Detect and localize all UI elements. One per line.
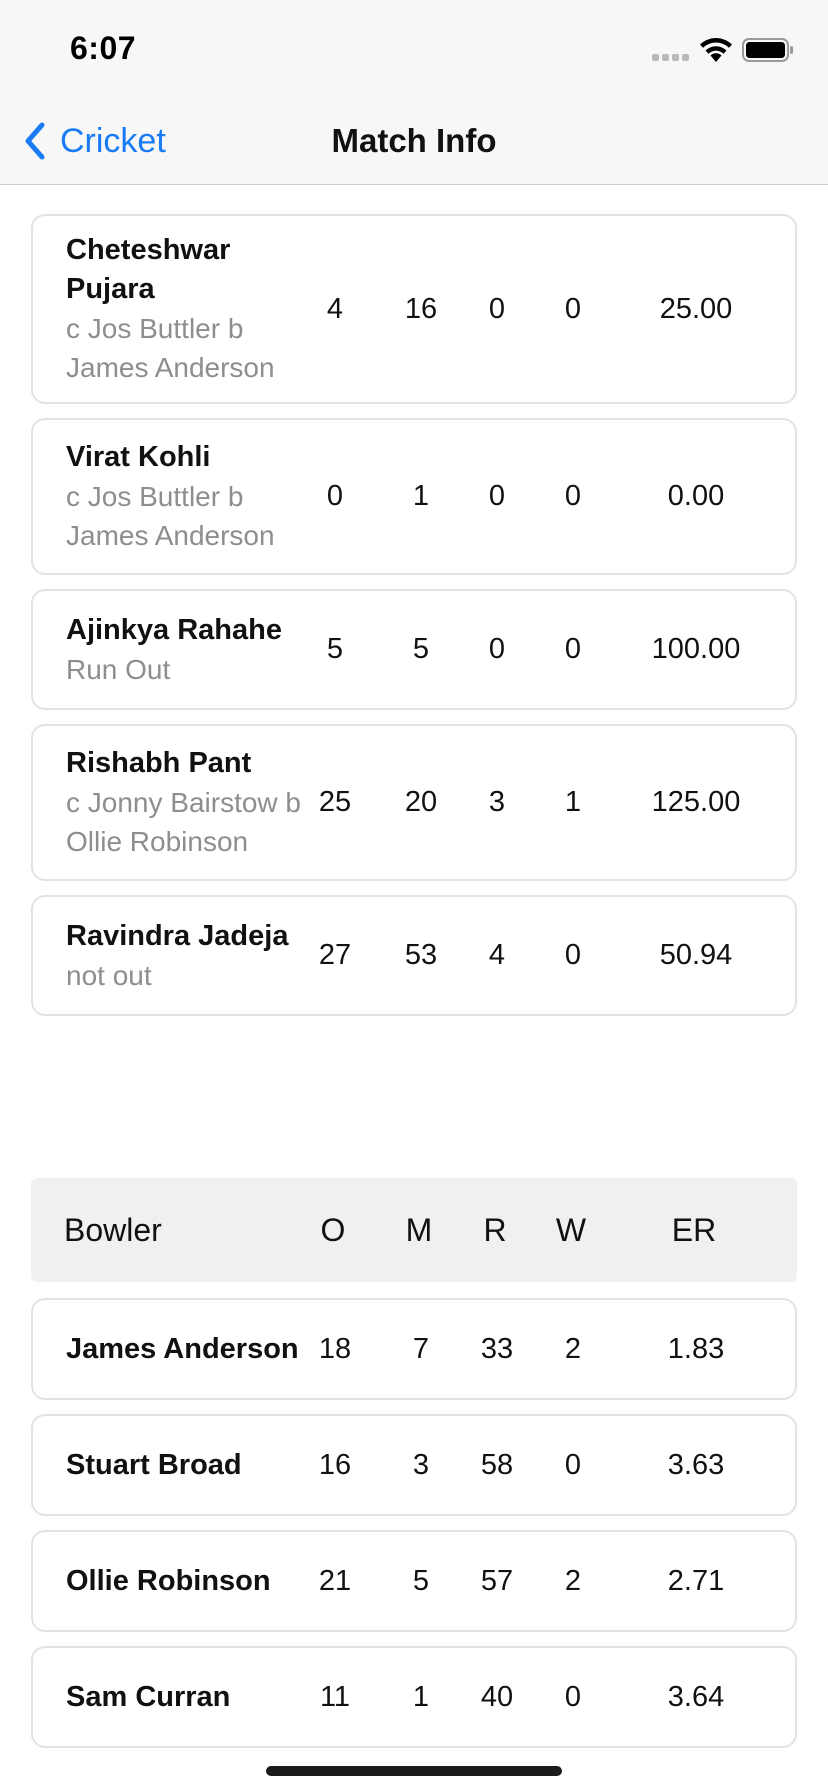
maidens-value: 3 — [412, 1448, 430, 1481]
cellular-signal-icon — [652, 54, 690, 62]
fours-value: 4 — [488, 939, 506, 971]
maidens-column-header: M — [405, 1211, 433, 1248]
fours-value: 0 — [488, 480, 506, 512]
sixes-value: 0 — [564, 292, 582, 325]
overs-value: 18 — [318, 1332, 352, 1365]
maidens-value: 7 — [412, 1332, 430, 1365]
runs-conceded-value: 57 — [480, 1564, 514, 1597]
runs-value: 25 — [318, 786, 352, 818]
overs-column-header: O — [320, 1211, 346, 1248]
economy-value: 1.83 — [667, 1332, 725, 1365]
economy-value: 2.71 — [667, 1564, 725, 1597]
batter-row[interactable]: Ajinkya Rahahe Run Out 5 5 0 0 100.00 — [31, 589, 797, 710]
economy-value: 3.64 — [667, 1680, 725, 1713]
maidens-value: 5 — [412, 1564, 430, 1597]
bowler-row[interactable]: Stuart Broad 16 3 58 0 3.63 — [31, 1414, 797, 1516]
player-name: Stuart Broad — [66, 1449, 242, 1481]
balls-value: 20 — [404, 786, 438, 818]
status-time: 6:07 — [70, 30, 137, 66]
runs-value: 5 — [326, 633, 344, 665]
balls-value: 1 — [412, 480, 430, 512]
bowler-column-header: Bowler — [64, 1211, 162, 1248]
home-indicator[interactable] — [266, 1766, 562, 1776]
sixes-value: 0 — [564, 480, 582, 512]
bowler-row[interactable]: Ollie Robinson 21 5 57 2 2.71 — [31, 1530, 797, 1632]
sixes-value: 0 — [564, 633, 582, 665]
fours-value: 0 — [488, 633, 506, 665]
overs-value: 11 — [319, 1680, 351, 1713]
sixes-value: 0 — [564, 939, 582, 971]
dismissal-text: not out — [66, 959, 152, 991]
runs-conceded-value: 40 — [480, 1680, 514, 1713]
bowler-row[interactable]: James Anderson 18 7 33 2 1.83 — [31, 1298, 797, 1400]
player-name: Cheteshwar Pujara — [66, 234, 231, 305]
balls-value: 53 — [404, 939, 438, 971]
overs-value: 16 — [318, 1448, 352, 1481]
runs-conceded-value: 33 — [480, 1332, 514, 1365]
dismissal-text: c Jos Buttler b James Anderson — [66, 481, 275, 551]
dismissal-text: Run Out — [66, 653, 171, 685]
overs-value: 21 — [318, 1564, 352, 1597]
bowler-row[interactable]: Sam Curran 11 1 40 0 3.64 — [31, 1646, 797, 1748]
wickets-column-header: W — [555, 1211, 587, 1248]
strike-rate-value: 25.00 — [659, 292, 733, 325]
balls-value: 5 — [412, 633, 430, 665]
balls-value: 16 — [404, 292, 438, 325]
batter-row[interactable]: Ravindra Jadeja not out 27 53 4 0 50.94 — [31, 895, 797, 1016]
bowler-table-header: Bowler O M R W ER — [31, 1178, 797, 1282]
player-name: Ollie Robinson — [66, 1565, 271, 1597]
batter-row[interactable]: Virat Kohli c Jos Buttler b James Anders… — [31, 418, 797, 575]
battery-icon — [742, 38, 793, 62]
player-name: Rishabh Pant — [66, 747, 252, 779]
player-name: Virat Kohli — [66, 441, 211, 473]
strike-rate-value: 100.00 — [651, 633, 741, 665]
page-title: Match Info — [331, 122, 497, 159]
runs-value: 0 — [326, 480, 344, 512]
runs-value: 27 — [318, 939, 352, 971]
runs-value: 4 — [326, 292, 344, 325]
strike-rate-value: 125.00 — [651, 786, 741, 818]
player-name: Ravindra Jadeja — [66, 919, 289, 952]
fours-value: 0 — [488, 292, 506, 325]
player-name: James Anderson — [66, 1333, 299, 1365]
economy-column-header: ER — [671, 1211, 717, 1248]
wickets-value: 2 — [564, 1564, 582, 1597]
dismissal-text: c Jos Buttler b James Anderson — [66, 313, 275, 383]
status-bar: 6:07 — [0, 0, 828, 100]
wickets-value: 0 — [564, 1448, 582, 1481]
batter-row[interactable]: Cheteshwar Pujara c Jos Buttler b James … — [31, 214, 797, 404]
runs-column-header: R — [483, 1211, 507, 1248]
player-name: Ajinkya Rahahe — [66, 613, 282, 646]
dismissal-text: c Jonny Bairstow b Ollie Robinson — [66, 787, 301, 857]
sixes-value: 1 — [564, 786, 582, 818]
batter-row[interactable]: Rishabh Pant c Jonny Bairstow b Ollie Ro… — [31, 724, 797, 881]
scorecard-scroll-view[interactable]: Cheteshwar Pujara c Jos Buttler b James … — [0, 186, 828, 1792]
player-name: Sam Curran — [66, 1681, 231, 1713]
wickets-value: 2 — [564, 1332, 582, 1365]
runs-conceded-value: 58 — [480, 1448, 514, 1481]
strike-rate-value: 50.94 — [659, 939, 733, 971]
strike-rate-value: 0.00 — [667, 480, 725, 512]
wifi-icon — [700, 38, 732, 62]
economy-value: 3.63 — [667, 1448, 725, 1481]
navigation-bar: Cricket Match Info — [0, 100, 828, 185]
wickets-value: 0 — [564, 1680, 582, 1713]
fours-value: 3 — [488, 786, 506, 818]
maidens-value: 1 — [412, 1680, 430, 1713]
